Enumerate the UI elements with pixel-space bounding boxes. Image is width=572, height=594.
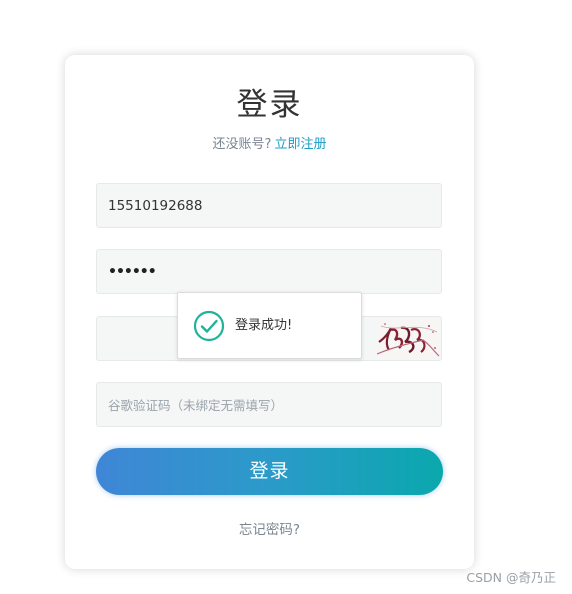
password-input[interactable]: •••••• bbox=[96, 249, 442, 294]
register-prompt: 还没账号? 立即注册 bbox=[65, 133, 474, 152]
no-account-text: 还没账号? bbox=[212, 137, 272, 152]
success-toast: 登录成功! bbox=[177, 292, 362, 359]
password-value: •••••• bbox=[108, 264, 157, 280]
login-button[interactable]: 登录 bbox=[96, 448, 443, 495]
forgot-password-link[interactable]: 忘记密码? bbox=[65, 518, 474, 538]
register-link[interactable]: 立即注册 bbox=[274, 137, 326, 152]
captcha-image[interactable] bbox=[376, 318, 440, 359]
phone-value: 15510192688 bbox=[108, 198, 203, 214]
phone-input[interactable]: 15510192688 bbox=[96, 183, 442, 228]
check-circle-icon bbox=[193, 310, 225, 342]
google-code-input[interactable]: 谷歌验证码（未绑定无需填写） bbox=[96, 382, 442, 427]
page-title: 登录 bbox=[236, 87, 303, 123]
google-code-placeholder: 谷歌验证码（未绑定无需填写） bbox=[108, 398, 284, 413]
watermark: CSDN @奇乃正 bbox=[466, 570, 556, 585]
toast-message: 登录成功! bbox=[235, 318, 293, 333]
